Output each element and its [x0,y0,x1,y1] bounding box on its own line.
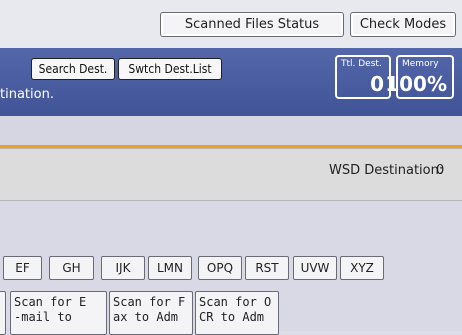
memory-value: 100% [385,72,447,96]
search-dest-button[interactable]: Search Dest. [31,58,115,80]
tab-rst[interactable]: RST [245,256,289,280]
destination-line2: ax to Adm [113,310,179,324]
destination-line1: Scan for E [14,295,87,309]
total-dest-label: Ttl. Dest. [341,59,382,69]
check-modes-button[interactable]: Check Modes [350,12,456,37]
switch-dest-list-button[interactable]: Swtch Dest.List [118,58,222,80]
destination-line2: -mail to [14,310,80,324]
wsd-destination-label: WSD Destination: [329,163,444,178]
destination-entry-partial[interactable] [0,291,6,335]
destination-line2: CR to Adm [199,310,265,324]
tab-ef[interactable]: EF [3,256,42,280]
total-destination-counter: Ttl. Dest. 0 [335,55,391,99]
instruction-text: tination. [0,87,54,102]
tab-lmn[interactable]: LMN [148,256,192,280]
wsd-destination-count: 0 [436,163,445,178]
separator-band [0,116,462,148]
destination-entry[interactable]: Scan for F ax to Adm [109,291,193,335]
total-dest-value: 0 [370,72,384,96]
destination-entry[interactable]: Scan for E -mail to [10,291,107,335]
scanned-files-status-button[interactable]: Scanned Files Status [160,12,344,37]
destination-entry[interactable]: Scan for O CR to Adm [195,291,279,335]
memory-label: Memory [402,59,439,69]
destination-line1: Scan for F [113,295,186,309]
tab-gh[interactable]: GH [49,256,94,280]
destination-line1: Scan for O [199,295,272,309]
tab-opq[interactable]: OPQ [198,256,242,280]
tab-ijk[interactable]: IJK [101,256,145,280]
memory-counter-box: Memory 100% [385,55,454,99]
tab-uvw[interactable]: UVW [293,256,337,280]
tab-xyz[interactable]: XYZ [340,256,384,280]
